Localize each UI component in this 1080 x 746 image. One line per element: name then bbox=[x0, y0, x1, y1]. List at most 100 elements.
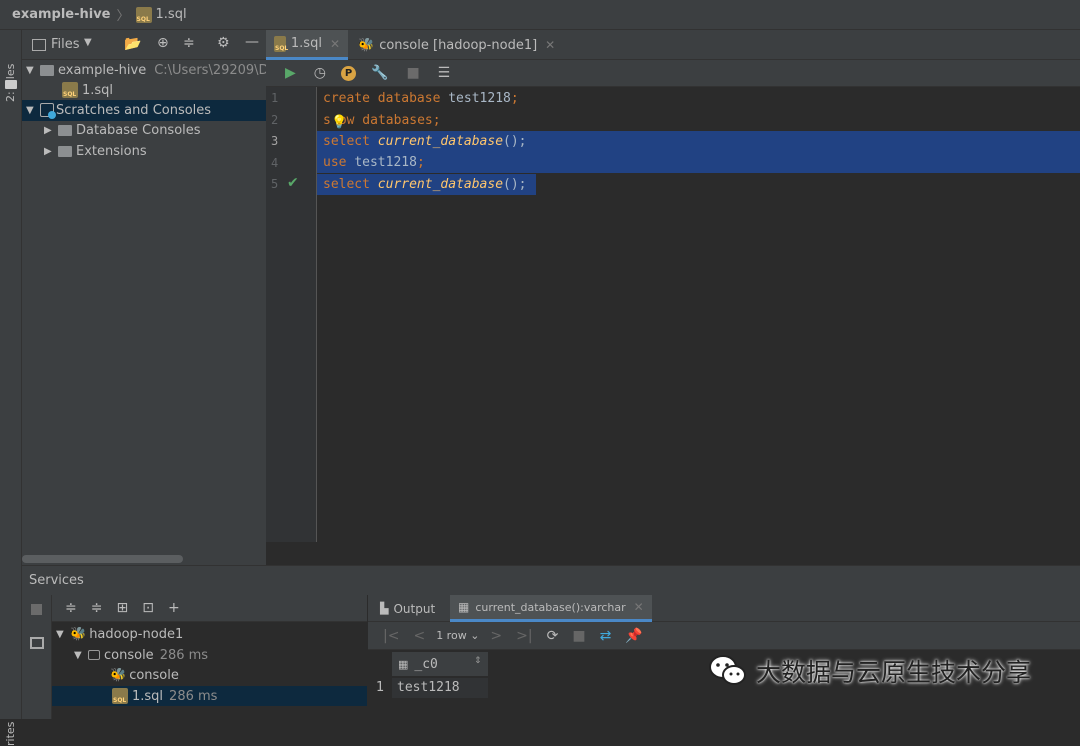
locate-icon[interactable]: ⊕ bbox=[157, 35, 169, 51]
expand-icon[interactable]: ▶ bbox=[44, 125, 58, 136]
collapse-all-icon[interactable]: ≑ bbox=[91, 600, 103, 616]
console-icon bbox=[88, 650, 100, 660]
open-folder-icon[interactable]: 📂 bbox=[124, 36, 141, 52]
wrench-icon[interactable]: 🔧 bbox=[371, 65, 388, 81]
execution-time: 286 ms bbox=[169, 688, 218, 704]
output-icon: ▙ bbox=[380, 602, 389, 615]
close-icon[interactable]: ✕ bbox=[545, 38, 555, 52]
stop-icon[interactable]: ■ bbox=[406, 65, 419, 81]
watermark-text: 大数据与云原生技术分享 bbox=[756, 658, 1032, 687]
tab-console[interactable]: 🐝 console [hadoop-node1] ✕ bbox=[350, 30, 563, 60]
expand-icon[interactable]: ▼ bbox=[56, 629, 70, 640]
last-page-icon[interactable]: >| bbox=[516, 628, 532, 644]
tab-output[interactable]: ▙ Output bbox=[372, 595, 443, 622]
folder-icon bbox=[5, 80, 17, 89]
code-editor[interactable]: create database test1218; s 💡 ow databases… bbox=[317, 87, 1080, 542]
horizontal-scrollbar[interactable] bbox=[22, 555, 183, 563]
next-page-icon[interactable]: > bbox=[490, 628, 502, 644]
services-toolbar: ≑ ≑ ⊞ ⊡ + bbox=[52, 595, 367, 622]
gear-icon[interactable]: ⚙ bbox=[217, 35, 230, 51]
sql-file-icon bbox=[135, 6, 152, 23]
code-line-2: s 💡 ow databases; bbox=[323, 110, 441, 131]
first-page-icon[interactable]: |< bbox=[383, 628, 399, 644]
refresh-icon[interactable]: ⟳ bbox=[547, 628, 559, 644]
scratches-icon bbox=[40, 103, 56, 119]
hive-icon: 🐝 bbox=[358, 37, 375, 53]
services-header: Services bbox=[22, 565, 1080, 595]
service-item-label: console bbox=[129, 667, 179, 683]
history-icon[interactable]: ◷ bbox=[314, 65, 326, 81]
service-item-label: console bbox=[104, 647, 154, 663]
tree-item-extensions[interactable]: ▶ Extensions bbox=[44, 141, 147, 161]
transpose-icon[interactable]: ⇄ bbox=[600, 628, 612, 644]
expand-icon[interactable]: ▼ bbox=[26, 105, 40, 116]
tab-1-sql[interactable]: 1.sql ✕ bbox=[266, 30, 348, 60]
hive-icon: 🐝 bbox=[110, 667, 127, 683]
tree-item-scratches[interactable]: ▼ Scratches and Consoles bbox=[26, 100, 211, 120]
folder-icon bbox=[58, 145, 72, 157]
breadcrumb-file[interactable]: 1.sql bbox=[156, 7, 187, 22]
stop-icon[interactable]: ■ bbox=[572, 628, 585, 644]
favorites-tool-tab[interactable]: rites bbox=[4, 686, 17, 746]
service-item-console-session[interactable]: 🐝 console bbox=[110, 665, 179, 685]
chevron-down-icon[interactable]: ▼ bbox=[84, 37, 92, 48]
watermark: 大数据与云原生技术分享 bbox=[708, 651, 1031, 691]
prev-page-icon[interactable]: < bbox=[413, 628, 425, 644]
close-icon[interactable]: ✕ bbox=[634, 600, 644, 614]
tab-result[interactable]: ▦ current_database():varchar ✕ bbox=[450, 595, 652, 622]
stop-icon[interactable] bbox=[31, 604, 42, 615]
tree-item-label: example-hive bbox=[58, 62, 147, 78]
editor-bottom bbox=[266, 542, 1080, 565]
expand-icon[interactable]: ▶ bbox=[44, 146, 58, 157]
service-item-console[interactable]: ▼ console 286 ms bbox=[74, 645, 208, 665]
close-icon[interactable]: ✕ bbox=[330, 37, 340, 51]
service-item-hadoop-node1[interactable]: ▼ 🐝 hadoop-node1 bbox=[56, 624, 183, 644]
tab-label: 1.sql bbox=[290, 36, 322, 51]
tree-item-database-consoles[interactable]: ▶ Database Consoles bbox=[44, 120, 201, 140]
column-header-label: _c0 bbox=[414, 656, 438, 672]
tree-item-label: Database Consoles bbox=[76, 122, 201, 138]
breadcrumb-project[interactable]: example-hive bbox=[12, 7, 111, 22]
service-item-1-sql[interactable]: 1.sql 286 ms bbox=[112, 686, 217, 706]
line-number: 1 bbox=[271, 91, 279, 105]
tree-item-project[interactable]: ▼ example-hive C:\Users\29209\De bbox=[26, 60, 277, 80]
transaction-icon[interactable]: P bbox=[341, 65, 356, 81]
result-toolbar: |< < 1 row ⌄ > >| ⟳ ■ ⇄ 📌 bbox=[368, 622, 1080, 650]
expand-icon[interactable]: ▼ bbox=[26, 65, 40, 76]
line-number: 4 bbox=[271, 156, 279, 170]
folder-icon bbox=[58, 124, 72, 136]
tab-label: console [hadoop-node1] bbox=[379, 37, 538, 53]
execute-icon[interactable]: ▶ bbox=[285, 65, 296, 81]
expand-all-icon[interactable]: ≑ bbox=[65, 600, 77, 616]
line-number: 3 bbox=[271, 134, 279, 148]
layout-icon[interactable] bbox=[30, 637, 44, 649]
hide-icon[interactable]: — bbox=[245, 34, 259, 50]
group-icon[interactable]: ⊞ bbox=[116, 600, 128, 616]
project-path: C:\Users\29209\De bbox=[154, 62, 277, 78]
service-item-label: 1.sql bbox=[132, 688, 164, 704]
table-icon[interactable]: ☰ bbox=[438, 65, 451, 81]
sql-file-icon bbox=[62, 82, 78, 98]
column-header[interactable]: ▦ _c0 ⇕ bbox=[392, 652, 488, 676]
tree-item-file[interactable]: 1.sql bbox=[62, 80, 113, 100]
code-line-4: use test1218; bbox=[323, 155, 425, 170]
sort-icon[interactable]: ⇕ bbox=[474, 656, 482, 666]
collapse-all-icon[interactable]: ≑ bbox=[183, 35, 195, 51]
expand-icon[interactable]: ▼ bbox=[74, 650, 88, 661]
pin-icon[interactable]: 📌 bbox=[625, 628, 642, 644]
code-line-1: create database test1218; bbox=[323, 91, 519, 106]
sql-file-icon bbox=[112, 688, 128, 704]
tree-item-label: Extensions bbox=[76, 143, 147, 159]
project-view-label[interactable]: Files bbox=[51, 37, 80, 52]
project-panel-header: Files ▼ 📂 ⊕ ≑ ⚙ — bbox=[22, 30, 266, 60]
lightbulb-icon[interactable]: 💡 bbox=[331, 112, 347, 133]
sql-file-icon bbox=[274, 35, 288, 52]
editor-gutter: 1 2 3 4 5 ✔ bbox=[266, 87, 317, 542]
hive-icon: 🐝 bbox=[70, 626, 87, 642]
grid-cell[interactable]: test1218 bbox=[392, 678, 488, 698]
files-tool-tab[interactable]: 2: Files bbox=[4, 42, 17, 102]
filter-icon[interactable]: ⊡ bbox=[142, 600, 154, 616]
row-count[interactable]: 1 row ⌄ bbox=[436, 629, 479, 642]
add-icon[interactable]: + bbox=[168, 600, 180, 616]
editor-toolbar: ▶ ◷ P 🔧 ■ ☰ bbox=[266, 60, 1080, 87]
